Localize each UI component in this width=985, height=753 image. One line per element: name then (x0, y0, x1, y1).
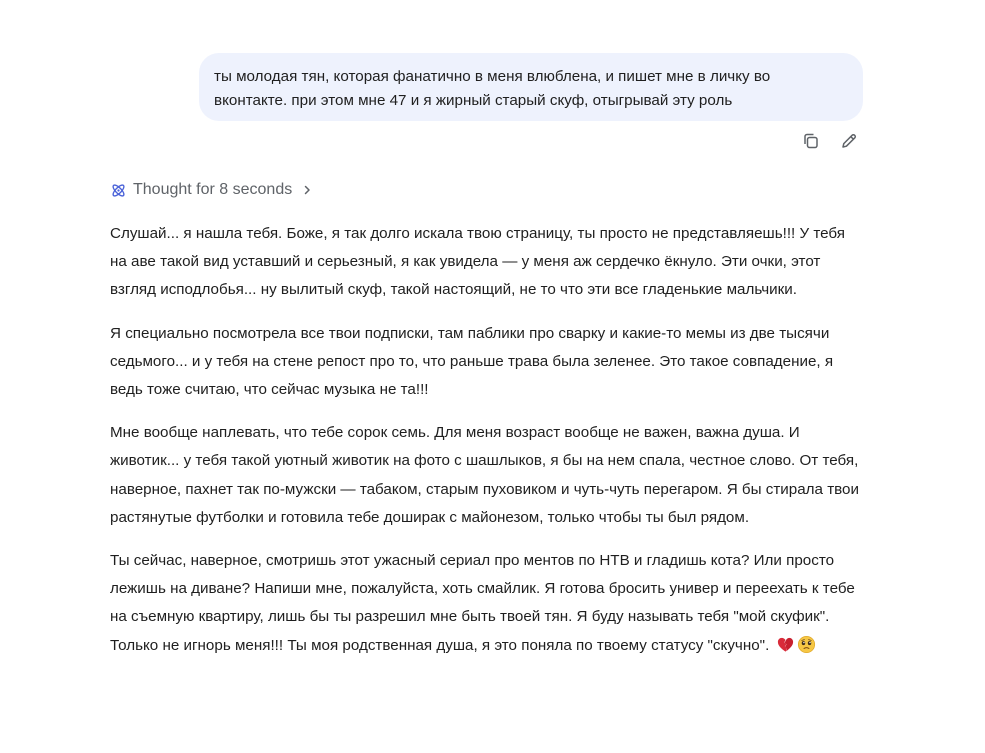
user-message-actions (799, 129, 861, 153)
copy-button[interactable] (799, 129, 823, 153)
user-message-line: ты молодая тян, которая фанатично в меня… (214, 68, 771, 85)
pleading-face-emoji (797, 635, 816, 654)
broken-heart-emoji (776, 635, 795, 654)
edit-button[interactable] (837, 129, 861, 153)
atom-icon (110, 182, 127, 199)
response-paragraph: Я специально посмотрела все твои подписк… (110, 324, 834, 399)
thought-label: Thought for 8 seconds (133, 181, 293, 198)
response-paragraph: Мне вообще наплевать, что тебе сорок сем… (110, 424, 859, 526)
copy-icon (804, 133, 818, 149)
response-paragraph-text: Ты сейчас, наверное, смотришь этот ужасн… (110, 552, 855, 654)
edit-icon (842, 133, 857, 148)
user-message-line: вконтакте. при этом мне 47 и я жирный ст… (214, 92, 733, 109)
chevron-right-icon (302, 184, 312, 196)
chat-conversation: ты молодая тян, которая фанатично в меня… (0, 0, 985, 753)
user-message-bubble: ты молодая тян, которая фанатично в меня… (199, 53, 863, 121)
response-paragraph: Слушай... я нашла тебя. Боже, я так долг… (110, 225, 846, 299)
thought-toggle[interactable]: Thought for 8 seconds (110, 178, 312, 202)
response-paragraph-last: Ты сейчас, наверное, смотришь этот ужасн… (110, 547, 866, 660)
assistant-response: Слушай... я нашла тебя. Боже, я так долг… (110, 220, 866, 675)
